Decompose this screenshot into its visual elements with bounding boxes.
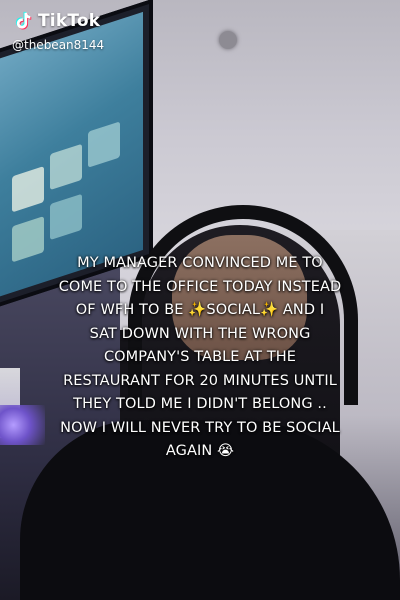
caption-line: COME TO THE OFFICE TODAY INSTEAD [58, 278, 342, 295]
caption-line: OF WFH TO BE ✨SOCIAL✨ AND I [75, 302, 325, 318]
ceiling-light [219, 31, 237, 49]
brand-name: TikTok [38, 11, 101, 31]
caption-line: AGAIN 😭 [165, 443, 235, 459]
tiktok-watermark: TikTok [12, 10, 100, 32]
caption-line: SAT DOWN WITH THE WRONG [89, 325, 311, 342]
caption-line: THEY TOLD ME I DIDN'T BELONG .. [73, 396, 327, 412]
creator-handle: @thebean8144 [12, 38, 105, 52]
tv-tile [50, 143, 82, 191]
caption-line: NOW I WILL NEVER TRY TO BE SOCIAL [60, 419, 340, 436]
tv-tile [88, 121, 120, 168]
caption-line: RESTAURANT FOR 20 MINUTES UNTIL [63, 372, 337, 389]
tv-tile [50, 193, 82, 241]
tiktok-note-icon [15, 11, 32, 30]
video-caption: MY MANAGER CONVINCED ME TO COME TO THE O… [30, 252, 370, 464]
tv-tile [12, 166, 44, 213]
caption-line: COMPANY'S TABLE AT THE [103, 349, 297, 365]
caption-line: MY MANAGER CONVINCED ME TO [77, 255, 323, 271]
